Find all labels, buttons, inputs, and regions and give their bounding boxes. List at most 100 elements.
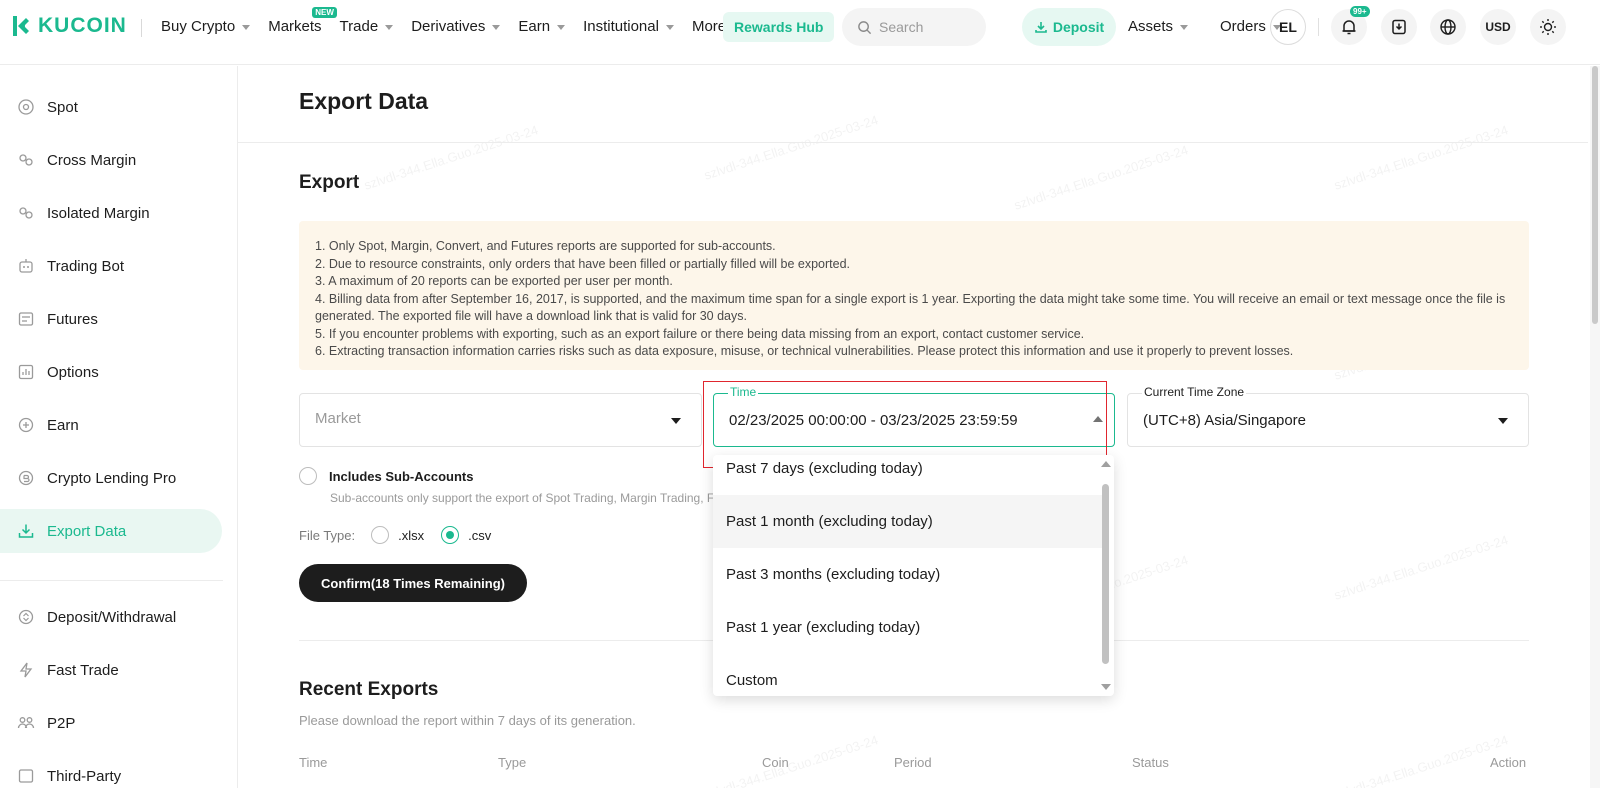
sidebar-item-options[interactable]: Options xyxy=(0,350,222,394)
sub-accounts-radio[interactable] xyxy=(299,467,317,485)
watermark: szlvdl-344.Ella.Guo.2025-03-24 xyxy=(1332,122,1510,193)
orders-label: Orders xyxy=(1220,18,1266,35)
dropdown-scroll-thumb[interactable] xyxy=(1102,484,1109,664)
logo-divider xyxy=(141,19,142,37)
sidebar-item-label: Fast Trade xyxy=(47,661,119,679)
csv-radio[interactable] xyxy=(441,526,460,544)
bot-icon xyxy=(17,257,35,275)
sidebar-item-label: Deposit/Withdrawal xyxy=(47,608,177,626)
main-nav: Buy Crypto Markets NEW Trade Derivatives … xyxy=(161,7,759,35)
notifications-button[interactable]: 99+ xyxy=(1331,6,1370,45)
file-type-xlsx[interactable]: .xlsx xyxy=(371,526,424,544)
sub-accounts-note: Sub-accounts only support the export of … xyxy=(330,491,713,505)
notice-line: 5. If you encounter problems with export… xyxy=(315,326,1085,341)
earn-icon xyxy=(17,416,35,434)
theme-toggle-button[interactable] xyxy=(1530,9,1566,45)
sidebar-item-spot[interactable]: Spot xyxy=(0,85,222,129)
sidebar-item-label: Options xyxy=(47,363,99,381)
sidebar-item-label: Export Data xyxy=(47,522,127,540)
deposit-label: Deposit xyxy=(1052,19,1105,35)
globe-icon xyxy=(1440,19,1456,35)
sidebar-item-trading-bot[interactable]: Trading Bot xyxy=(0,244,222,288)
header-divider xyxy=(1318,18,1319,36)
xlsx-radio[interactable] xyxy=(371,526,390,544)
dropdown-option[interactable]: Custom xyxy=(713,654,1103,696)
chevron-down-icon xyxy=(385,25,394,30)
scroll-up-arrow-icon[interactable] xyxy=(1101,461,1111,467)
watermark: szlvdl-344.Ella.Guo.2025-03-24 xyxy=(1012,142,1190,213)
nav-markets[interactable]: Markets NEW xyxy=(268,7,337,35)
deposit-icon xyxy=(1035,22,1047,33)
dropdown-option[interactable]: Past 1 year (excluding today) xyxy=(713,601,1103,654)
watermark: szlvdl-344.Ella.Guo.2025-03-24 xyxy=(1332,532,1510,603)
p2p-icon xyxy=(17,714,35,732)
caret-up-icon xyxy=(1093,416,1103,422)
nav-label: Earn xyxy=(518,18,551,35)
brand-name: KUCOIN xyxy=(38,14,127,37)
sidebar-item-third-party[interactable]: Third-Party xyxy=(0,754,222,788)
spot-icon xyxy=(17,98,35,116)
recent-exports-title: Recent Exports xyxy=(299,679,439,700)
assets-menu[interactable]: Assets xyxy=(1128,18,1189,35)
dropdown-option[interactable]: Past 3 months (excluding today) xyxy=(713,548,1103,601)
sidebar-item-fast-trade[interactable]: Fast Trade xyxy=(0,648,222,692)
options-icon xyxy=(17,363,35,381)
sidebar-item-export-data[interactable]: Export Data xyxy=(0,509,222,553)
page-scroll-thumb[interactable] xyxy=(1592,66,1598,324)
timezone-value: (UTC+8) Asia/Singapore xyxy=(1143,412,1306,429)
search-placeholder: Search xyxy=(879,19,924,35)
nav-buy-crypto[interactable]: Buy Crypto xyxy=(161,18,251,35)
dropdown-option[interactable]: Past 1 month (excluding today) xyxy=(713,495,1103,548)
nav-trade[interactable]: Trade xyxy=(340,18,394,35)
watermark: szlvdl-344.Ella.Guo.2025-03-24 xyxy=(702,732,880,788)
nav-institutional[interactable]: Institutional xyxy=(583,18,674,35)
watermark: szlvdl-344.Ella.Guo.2025-03-24 xyxy=(702,112,880,183)
avatar[interactable]: EL xyxy=(1270,9,1306,45)
caret-down-icon xyxy=(671,418,681,424)
confirm-button[interactable]: Confirm(18 Times Remaining) xyxy=(299,564,527,602)
file-type-label: File Type: xyxy=(299,527,356,543)
sidebar-item-earn[interactable]: Earn xyxy=(0,403,222,447)
sidebar-item-p2p[interactable]: P2P xyxy=(0,701,222,745)
dropdown-option[interactable]: Past 7 days (excluding today) xyxy=(713,455,1103,495)
nav-label: Trade xyxy=(339,18,379,35)
sidebar-item-deposit-withdrawal[interactable]: Deposit/Withdrawal xyxy=(0,595,222,639)
sidebar-item-crypto-lending-pro[interactable]: Crypto Lending Pro xyxy=(0,456,222,500)
sidebar-item-futures[interactable]: Futures xyxy=(0,297,222,341)
time-label: Time xyxy=(728,385,759,399)
isolated-margin-icon xyxy=(17,204,35,222)
chevron-down-icon xyxy=(1180,25,1189,30)
deposit-button[interactable]: Deposit xyxy=(1022,8,1116,46)
rewards-hub-button[interactable]: Rewards Hub xyxy=(723,12,835,42)
sidebar-item-label: Earn xyxy=(47,416,79,434)
currency-label: USD xyxy=(1485,20,1511,34)
scroll-down-arrow-icon[interactable] xyxy=(1101,684,1111,690)
page-scrollbar[interactable] xyxy=(1590,66,1600,788)
notice-line: 4. Billing data from after September 16,… xyxy=(315,291,1506,324)
search-input[interactable]: Search xyxy=(842,8,986,46)
time-range-select[interactable]: Time 02/23/2025 00:00:00 - 03/23/2025 23… xyxy=(713,385,1115,447)
nav-label: Buy Crypto xyxy=(161,18,236,35)
kucoin-logo-icon xyxy=(13,16,29,36)
download-app-button[interactable] xyxy=(1381,9,1417,45)
csv-label: .csv xyxy=(468,527,492,543)
timezone-select[interactable]: Current Time Zone (UTC+8) Asia/Singapore xyxy=(1127,385,1529,447)
xlsx-label: .xlsx xyxy=(398,527,425,543)
lending-icon xyxy=(17,469,35,487)
kucoin-logo[interactable]: KUCOIN xyxy=(10,14,127,38)
dropdown-scrollbar[interactable] xyxy=(1101,455,1111,696)
nav-earn[interactable]: Earn xyxy=(518,18,566,35)
sidebar-item-label: Trading Bot xyxy=(47,257,124,275)
section-title: Export xyxy=(299,172,360,193)
sidebar-item-label: Cross Margin xyxy=(47,151,137,169)
file-type-csv[interactable]: .csv xyxy=(441,526,491,544)
currency-button[interactable]: USD xyxy=(1480,9,1516,45)
sidebar-item-isolated-margin[interactable]: Isolated Margin xyxy=(0,191,222,235)
deposit-withdrawal-icon xyxy=(17,608,35,626)
market-select[interactable]: Market xyxy=(299,393,702,447)
sidebar-item-cross-margin[interactable]: Cross Margin xyxy=(0,138,222,182)
nav-derivatives[interactable]: Derivatives xyxy=(411,18,501,35)
sidebar: Spot Cross Margin Isolated Margin Tradin… xyxy=(0,66,238,788)
language-button[interactable] xyxy=(1430,9,1466,45)
sub-accounts-toggle[interactable]: Includes Sub-Accounts xyxy=(299,467,473,485)
